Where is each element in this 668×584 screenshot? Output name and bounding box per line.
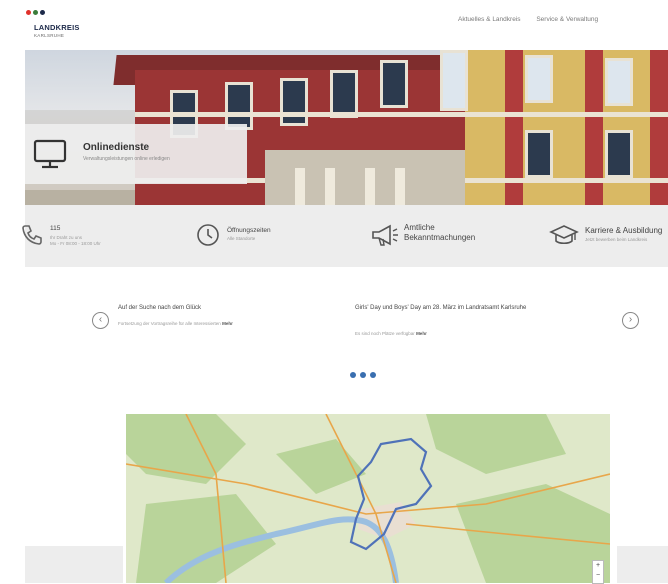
hero-window xyxy=(440,50,468,111)
quick-link-title: Öffnungszeiten xyxy=(227,227,271,234)
carousel-next-button[interactable]: › xyxy=(622,312,639,329)
quick-link-career[interactable]: Karriere & Ausbildung Jetzt bewerben bei… xyxy=(545,205,668,267)
logo-title: LANDKREIS xyxy=(34,23,80,32)
news-item-more-link[interactable]: Mehr xyxy=(416,331,427,336)
megaphone-icon xyxy=(372,224,398,246)
logo-dots xyxy=(26,10,45,15)
news-carousel: ‹ Auf der Suche nach dem Glück Fortsetzu… xyxy=(90,296,660,356)
district-map-canvas xyxy=(126,414,610,583)
quick-link-115[interactable]: 115 Ihr Draht zu uns Mo - Fr 08:00 - 18:… xyxy=(22,205,175,267)
news-item-summary: Es sind noch Plätze verfügbar Mehr xyxy=(355,331,427,336)
phone-icon xyxy=(22,225,42,245)
hero-ledge xyxy=(135,112,668,117)
footer-grey-panel-right xyxy=(617,546,668,583)
quick-link-opening-hours[interactable]: Öffnungszeiten Alle Standorte xyxy=(195,205,355,267)
quick-link-title-line2: Bekanntmachungen xyxy=(404,233,476,242)
hero-window xyxy=(280,78,308,126)
logo-dot-navy xyxy=(40,10,45,15)
quick-link-title: 115 xyxy=(50,225,61,232)
quick-links-bar: 115 Ihr Draht zu uns Mo - Fr 08:00 - 18:… xyxy=(22,205,668,267)
carousel-page-dot[interactable] xyxy=(360,372,366,378)
hero-column xyxy=(325,168,335,205)
monitor-icon xyxy=(33,139,67,169)
news-item-summary-text: Fortsetzung der Vortragsreihe für alle I… xyxy=(118,321,221,326)
district-map[interactable] xyxy=(126,414,610,583)
map-zoom-out-button[interactable]: − xyxy=(593,571,603,581)
online-services-title: Onlinedienste xyxy=(83,142,150,153)
quick-link-title: Amtliche xyxy=(404,223,435,232)
main-nav: Aktuelles & Landkreis Service & Verwaltu… xyxy=(458,16,612,23)
carousel-page-dot[interactable] xyxy=(350,372,356,378)
hero-column xyxy=(395,168,405,205)
quick-link-subtitle: Alle Standorte xyxy=(227,236,256,241)
carousel-prev-button[interactable]: ‹ xyxy=(92,312,109,329)
nav-item-service[interactable]: Service & Verwaltung xyxy=(536,16,598,23)
quick-link-announcements[interactable]: Amtliche Bekanntmachungen xyxy=(370,205,540,267)
news-item-summary-text: Es sind noch Plätze verfügbar xyxy=(355,331,415,336)
news-item-title: Auf der Suche nach dem Glück xyxy=(118,305,202,311)
online-services-subtitle: Verwaltungsleistungen online erledigen xyxy=(83,156,170,162)
carousel-pagination xyxy=(350,372,376,378)
news-item-summary: Fortsetzung der Vortragsreihe für alle I… xyxy=(118,321,233,326)
landkreis-logo[interactable]: LANDKREIS KARLSRUHE xyxy=(26,10,106,42)
hero-window xyxy=(330,70,358,118)
logo-subtitle: KARLSRUHE xyxy=(34,33,65,38)
footer-grey-panel-left xyxy=(25,546,123,583)
hero-column xyxy=(365,168,375,205)
hero-column xyxy=(295,168,305,205)
hero-window xyxy=(525,130,553,178)
carousel-page-dot[interactable] xyxy=(370,372,376,378)
quick-link-subtitle: Jetzt bewerben beim Landkreis xyxy=(585,237,648,242)
logo-dot-red xyxy=(26,10,31,15)
hero-window xyxy=(525,55,553,103)
quick-link-title: Karriere & Ausbildung xyxy=(585,226,663,235)
quick-link-hours: Mo - Fr 08:00 - 18:00 Uhr xyxy=(50,241,101,246)
hero-ground xyxy=(25,190,135,205)
logo-dot-green xyxy=(33,10,38,15)
news-item-title: Girls' Day und Boys' Day am 28. März im … xyxy=(355,305,527,311)
hero-window xyxy=(380,60,408,108)
hero-window xyxy=(225,82,253,130)
hero-window xyxy=(605,58,633,106)
site-header: LANDKREIS KARLSRUHE Aktuelles & Landkrei… xyxy=(0,0,668,50)
clock-icon xyxy=(197,224,219,246)
map-zoom-in-button[interactable]: + xyxy=(593,561,603,571)
map-zoom-control: + − xyxy=(592,560,604,584)
online-services-card[interactable]: Onlinedienste Verwaltungsleistungen onli… xyxy=(25,124,247,184)
graduation-cap-icon xyxy=(549,225,579,245)
news-item-more-link[interactable]: Mehr xyxy=(222,321,233,326)
nav-item-aktuelles[interactable]: Aktuelles & Landkreis xyxy=(458,16,521,23)
hero-window xyxy=(605,130,633,178)
